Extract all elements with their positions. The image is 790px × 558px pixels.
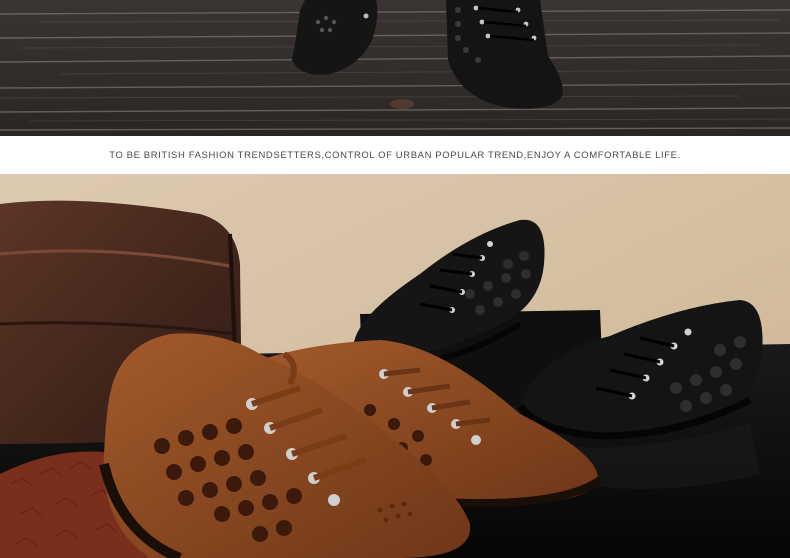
top-shoes-photo [0,0,790,136]
caption-band: TO BE BRITISH FASHION TRENDSETTERS,CONTR… [0,136,790,174]
caption-text: TO BE BRITISH FASHION TRENDSETTERS,CONTR… [109,150,681,161]
bottom-shoes-image [0,174,790,558]
top-shoes-image [0,0,790,136]
bottom-shoes-photo [0,174,790,558]
product-page: TO BE BRITISH FASHION TRENDSETTERS,CONTR… [0,0,790,558]
